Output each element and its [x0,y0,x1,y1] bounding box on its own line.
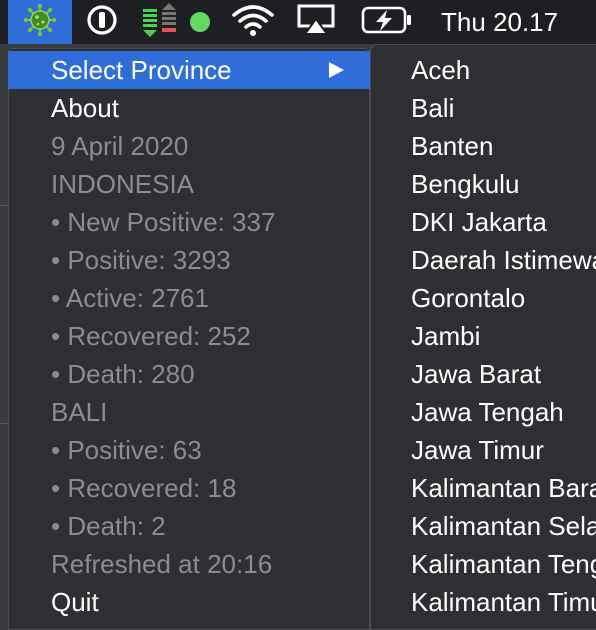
menu-item-stat: • Recovered: 18 [8,469,370,507]
menu-item-stat: • Death: 2 [8,507,370,545]
virus-icon [23,3,57,42]
province-stat-death: • Death: 2 [51,511,166,541]
stat-new-positive: • New Positive: 337 [51,207,276,237]
province-item[interactable]: Banten [370,127,596,165]
date-label: 9 April 2020 [51,131,189,161]
menu-item-date: 9 April 2020 [8,127,370,165]
refreshed-label: Refreshed at 20:16 [51,549,273,579]
menu-item-stat: • Positive: 3293 [8,241,370,279]
province-item[interactable]: Bali [370,89,596,127]
virus-app-button[interactable] [8,0,72,44]
menu-item-select-province[interactable]: Select Province [8,51,370,89]
menu-item-quit[interactable]: Quit [8,583,370,621]
battery-button[interactable] [360,0,414,44]
submenu-arrow-icon [329,62,344,78]
province-item[interactable]: Jambi [370,317,596,355]
menu-item-label: Quit [51,587,99,617]
menu-item-stat: • Positive: 63 [8,431,370,469]
province-item[interactable]: Aceh [370,51,596,89]
battery-stack-icon [140,1,180,44]
province-stat-positive: • Positive: 63 [51,435,202,465]
airplay-button[interactable] [296,0,336,44]
menu-item-stat: • New Positive: 337 [8,203,370,241]
menu-item-label: Select Province [51,55,232,85]
province-item[interactable]: Kalimantan Tengah [370,545,596,583]
province-item[interactable]: Jawa Tengah [370,393,596,431]
province-submenu: Aceh Bali Banten Bengkulu DKI Jakarta Da… [370,44,596,630]
power-status-button[interactable] [84,0,120,44]
menu-item-stat: • Active: 2761 [8,279,370,317]
power-icon [86,4,118,41]
country-heading: INDONESIA [51,169,195,199]
menu-item-stat: • Death: 280 [8,355,370,393]
menu-item-about[interactable]: About [8,89,370,127]
airplay-icon [297,4,335,41]
province-item[interactable]: Kalimantan Selatan [370,507,596,545]
province-heading: BALI [51,397,108,427]
menu-item-country-header: INDONESIA [8,165,370,203]
menu-bar: Thu 20.17 [0,0,596,44]
province-item[interactable]: DKI Jakarta [370,203,596,241]
province-item[interactable]: Gorontalo [370,279,596,317]
battery-charging-icon [361,5,413,40]
stats-status-button[interactable] [140,0,180,44]
province-item[interactable]: Kalimantan Timur [370,583,596,621]
stat-death: • Death: 280 [51,359,195,389]
province-item[interactable]: Bengkulu [370,165,596,203]
green-status-dot-icon [188,0,212,44]
wifi-icon [231,3,275,42]
province-item[interactable]: Kalimantan Barat [370,469,596,507]
province-item[interactable]: Jawa Timur [370,431,596,469]
province-item[interactable]: Jawa Barat [370,355,596,393]
stat-active: • Active: 2761 [51,283,209,313]
status-dropdown-menu: Select Province About 9 April 2020 INDON… [8,48,370,630]
menu-item-label: About [51,93,119,123]
wifi-button[interactable] [230,0,276,44]
stat-recovered: • Recovered: 252 [51,321,251,351]
menu-item-stat: • Recovered: 252 [8,317,370,355]
province-stat-recovered: • Recovered: 18 [51,473,237,503]
stat-positive: • Positive: 3293 [51,245,231,275]
menu-item-province-header: BALI [8,393,370,431]
menubar-clock[interactable]: Thu 20.17 [441,0,558,44]
province-item[interactable]: Daerah Istimewa Yogyakarta [370,241,596,279]
menu-item-refreshed: Refreshed at 20:16 [8,545,370,583]
province-item[interactable]: Kalimantan Utara [370,621,596,630]
